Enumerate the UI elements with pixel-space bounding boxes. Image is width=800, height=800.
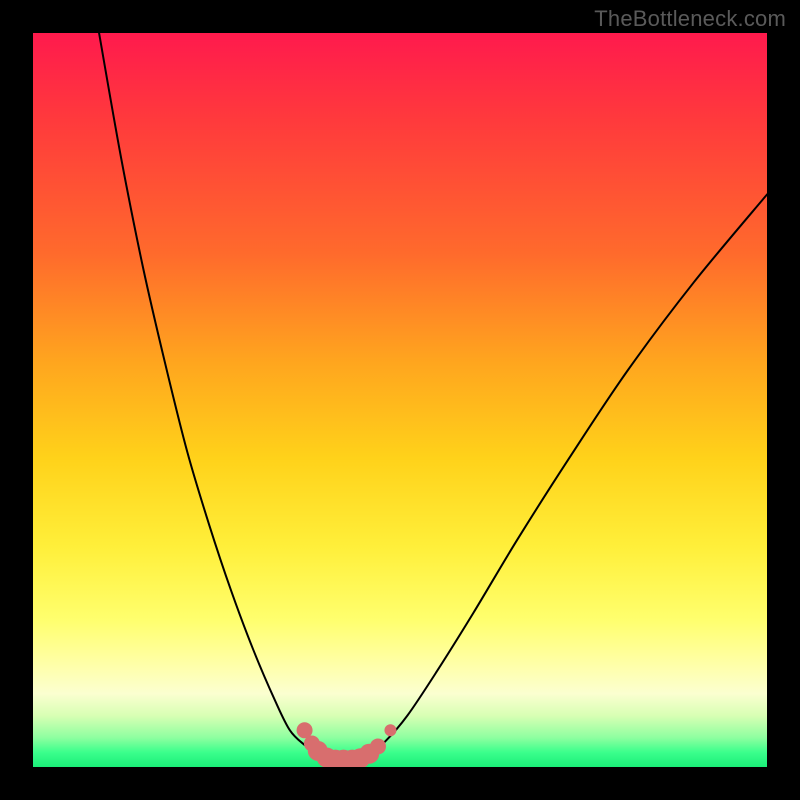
chart-frame: TheBottleneck.com xyxy=(0,0,800,800)
marker-dot xyxy=(384,724,396,736)
curve-layer xyxy=(33,33,767,767)
series-right-curve xyxy=(371,194,767,752)
marker-group xyxy=(297,722,397,767)
watermark-label: TheBottleneck.com xyxy=(594,6,786,32)
line-group xyxy=(99,33,767,760)
plot-area xyxy=(33,33,767,767)
series-left-curve xyxy=(99,33,327,757)
marker-dot xyxy=(370,738,386,754)
